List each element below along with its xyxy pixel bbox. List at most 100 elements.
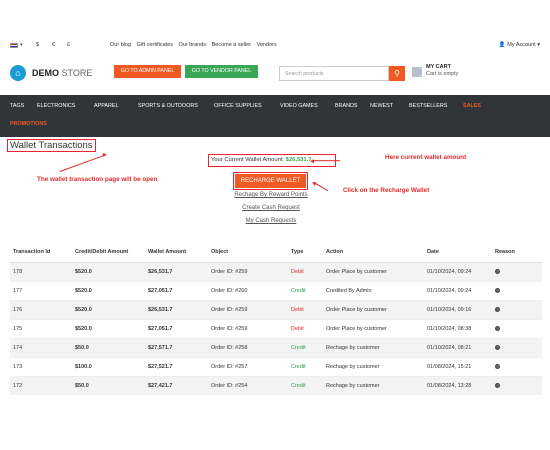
table-row: 172 $50.0 $27,421.7 Order ID: #254 Credit Rec… (10, 375, 542, 395)
cell-id: 173 (10, 356, 72, 376)
cell-type: Credit (288, 375, 323, 395)
search-button[interactable]: ⚲ (389, 66, 405, 81)
cell-object: Order ID: #259 (208, 299, 288, 319)
col-reason: Reason (492, 243, 542, 263)
chevron-down-icon[interactable]: ▾ (20, 42, 23, 48)
cell-action: Order Place by customer (323, 318, 424, 338)
cell-type: Debit (288, 299, 323, 319)
col-date: Date (424, 243, 492, 263)
question-icon[interactable]: ? (495, 344, 500, 350)
cell-wallet: $27,421.7 (145, 375, 208, 395)
link-my-cash-requests[interactable]: My Cash Requests (211, 218, 331, 224)
flag-icon[interactable] (10, 43, 18, 48)
col-object: Object (208, 243, 288, 263)
question-icon[interactable]: ? (495, 287, 500, 293)
annotation-arrow (59, 154, 106, 173)
cell-reason: ? (492, 261, 542, 281)
nav-sales[interactable]: SALES (463, 103, 481, 109)
cell-action: Credited By Admin (323, 280, 424, 300)
question-icon[interactable]: ? (495, 363, 500, 369)
nav-promotions[interactable]: PROMOTIONS (10, 121, 47, 127)
currency-gbp[interactable]: £ (67, 42, 70, 48)
nav-office-supplies[interactable]: OFFICE SUPPLIES (214, 103, 262, 109)
cell-amount: $520.0 (72, 299, 145, 319)
nav-video-games[interactable]: VIDEO GAMES (280, 103, 318, 109)
annotation-wallet-amount: Here current wallet amount (385, 154, 467, 161)
cell-id: 172 (10, 375, 72, 395)
cell-type: Debit (288, 318, 323, 338)
cell-amount: $520.0 (72, 318, 145, 338)
vendor-panel-button[interactable]: GO TO VENDOR PANEL (185, 65, 258, 78)
cell-wallet: $27,521.7 (145, 356, 208, 376)
cell-object: Order ID: #257 (208, 356, 288, 376)
link-vendors[interactable]: Vendors (257, 42, 277, 48)
search-icon: ⚲ (394, 69, 400, 78)
link-recharge-reward-points[interactable]: Rechage By Reward Points (211, 192, 331, 198)
cell-action: Order Place by customer (323, 261, 424, 281)
col-wallet-amount: Wallet Amount (145, 243, 208, 263)
cell-date: 01/10/2024, 09:24 (424, 280, 492, 300)
table-row: 175 $520.0 $27,051.7 Order ID: #259 Debit Ord… (10, 318, 542, 338)
cell-reason: ? (492, 318, 542, 338)
cell-object: Order ID: #254 (208, 375, 288, 395)
cell-id: 174 (10, 337, 72, 357)
store-logo[interactable]: DEMO STORE (32, 68, 92, 78)
question-icon[interactable]: ? (495, 325, 500, 331)
question-icon[interactable]: ? (495, 268, 500, 274)
main-nav: TAGS ELECTRONICS APPAREL SPORTS & OUTDOO… (0, 95, 550, 137)
cell-date: 01/10/2024, 09:16 (424, 299, 492, 319)
cell-action: Rechage by customer (323, 375, 424, 395)
table-row: 174 $50.0 $27,571.7 Order ID: #258 Credit Rec… (10, 337, 542, 357)
cell-reason: ? (492, 375, 542, 395)
store-logo-icon[interactable]: ⌂ (10, 65, 26, 81)
cell-amount: $520.0 (72, 280, 145, 300)
table-row: 178 $520.0 $26,531.7 Order ID: #259 Debit Ord… (10, 261, 542, 281)
logo-bold: DEMO (32, 68, 59, 78)
nav-brands[interactable]: BRANDS (335, 103, 357, 109)
admin-panel-button[interactable]: GO TO ADMIN PANEL (114, 65, 181, 78)
cart-title[interactable]: MY CART (426, 64, 451, 70)
cell-reason: ? (492, 299, 542, 319)
currency-usd[interactable]: $ (36, 42, 39, 48)
cell-wallet: $27,051.7 (145, 280, 208, 300)
cart-icon[interactable] (412, 67, 422, 77)
wallet-amount-label: Your Current Wallet Amount: (211, 157, 285, 163)
cell-type: Debit (288, 261, 323, 281)
cell-id: 175 (10, 318, 72, 338)
cell-date: 01/08/2024, 13:28 (424, 375, 492, 395)
cell-amount: $100.0 (72, 356, 145, 376)
user-icon: 👤 (498, 42, 506, 48)
top-links: Our blog Gift certificates Our brands Be… (110, 42, 281, 48)
cell-id: 177 (10, 280, 72, 300)
page-title: Wallet Transactions (7, 139, 96, 152)
nav-apparel[interactable]: APPAREL (94, 103, 118, 109)
header: ⌂ DEMO STORE GO TO ADMIN PANEL GO TO VEN… (0, 56, 550, 92)
question-icon[interactable]: ? (495, 306, 500, 312)
cell-action: Order Place by customer (323, 299, 424, 319)
cell-amount: $50.0 (72, 337, 145, 357)
nav-electronics[interactable]: ELECTRONICS (37, 103, 75, 109)
link-blog[interactable]: Our blog (110, 42, 131, 48)
nav-bestsellers[interactable]: BESTSELLERS (409, 103, 447, 109)
link-brands[interactable]: Our brands (179, 42, 207, 48)
cell-date: 01/08/2024, 15:21 (424, 356, 492, 376)
transactions-table: Transaction Id Credit/Debit Amount Walle… (10, 243, 542, 395)
annotation-arrow (312, 160, 340, 162)
question-icon[interactable]: ? (495, 382, 500, 388)
cell-action: Rechage by customer (323, 356, 424, 376)
link-become-seller[interactable]: Become a seller (212, 42, 251, 48)
search-input[interactable]: Search products (279, 66, 389, 81)
cell-id: 176 (10, 299, 72, 319)
currency-eur[interactable]: € (52, 42, 55, 48)
nav-tags[interactable]: TAGS (10, 103, 24, 109)
cell-amount: $520.0 (72, 261, 145, 281)
cell-type: Credit (288, 280, 323, 300)
cell-reason: ? (492, 356, 542, 376)
nav-newest[interactable]: NEWEST (370, 103, 393, 109)
link-gift-certificates[interactable]: Gift certificates (137, 42, 173, 48)
nav-sports[interactable]: SPORTS & OUTDOORS (138, 103, 198, 109)
col-transaction-id: Transaction Id (10, 243, 72, 263)
recharge-wallet-button[interactable]: RECHARGE WALLET (233, 172, 308, 190)
my-account-menu[interactable]: 👤 My Account ▾ (499, 42, 540, 48)
link-create-cash-request[interactable]: Create Cash Request (211, 205, 331, 211)
